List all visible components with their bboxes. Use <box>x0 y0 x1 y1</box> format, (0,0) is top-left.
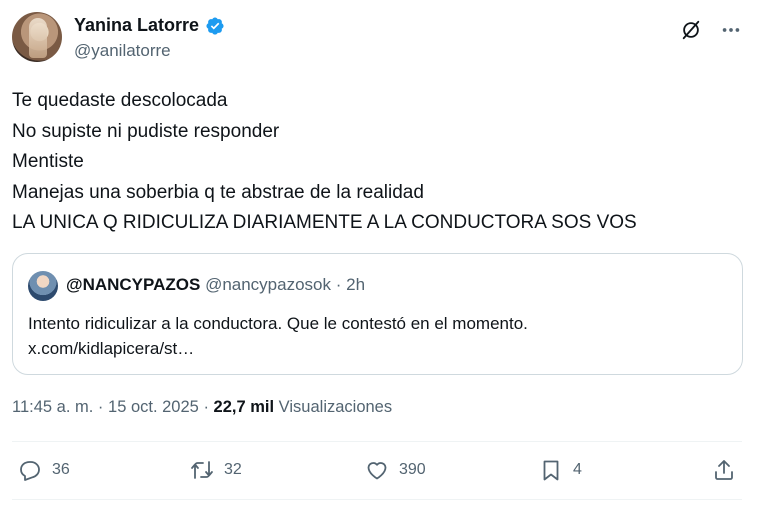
quoted-author-name[interactable]: @NANCYPAZOS <box>66 275 200 294</box>
reply-button[interactable]: 36 <box>18 458 70 482</box>
more-button[interactable] <box>718 17 744 43</box>
bookmark-icon <box>543 460 559 481</box>
tweet-line: Manejas una soberbia q te abstrae de la … <box>12 181 424 203</box>
quoted-tweet-text: Intento ridiculizar a la conductora. Que… <box>28 311 528 361</box>
author-name-row: Yanina Latorre <box>74 15 225 36</box>
repost-count: 32 <box>224 461 242 478</box>
share-icon <box>715 460 733 480</box>
author-display-name[interactable]: Yanina Latorre <box>74 15 199 36</box>
quoted-text-line: Intento ridiculizar a la conductora. Que… <box>28 314 528 333</box>
repost-icon <box>191 461 213 479</box>
action-bar: 36 32 390 4 <box>12 452 748 492</box>
author-handle[interactable]: @yanilatorre <box>74 41 171 61</box>
like-count: 390 <box>399 461 426 478</box>
quoted-author-avatar[interactable] <box>28 271 58 301</box>
tweet-line: Te quedaste descolocada <box>12 90 228 111</box>
quoted-tweet-header: @NANCYPAZOS @nancypazosok · 2h <box>66 275 365 295</box>
verified-badge-icon <box>206 16 224 35</box>
reply-icon <box>20 461 40 481</box>
quoted-author-handle[interactable]: @nancypazosok <box>205 275 331 294</box>
quoted-link[interactable]: x.com/kidlapicera/st… <box>28 336 528 361</box>
grok-button[interactable] <box>678 17 704 43</box>
quoted-tweet-card[interactable]: @NANCYPAZOS @nancypazosok · 2h Intento r… <box>12 253 743 375</box>
author-avatar[interactable] <box>12 12 62 62</box>
quoted-time[interactable]: 2h <box>346 275 365 294</box>
quoted-separator: · <box>335 275 342 294</box>
tweet-line: No supiste ni pudiste responder <box>12 120 280 142</box>
meta-separator: · <box>97 398 104 416</box>
tweet-time[interactable]: 11:45 a. m. <box>12 398 93 416</box>
more-icon <box>722 28 740 32</box>
tweet-line: Mentiste <box>12 151 84 172</box>
like-button[interactable]: 390 <box>365 458 426 482</box>
views-label: Visualizaciones <box>278 398 393 416</box>
repost-button[interactable]: 32 <box>190 458 242 482</box>
reply-count: 36 <box>52 461 70 478</box>
bookmark-count: 4 <box>573 461 582 478</box>
share-button[interactable] <box>712 458 736 482</box>
tweet-line: LA UNICA Q RIDICULIZA DIARIAMENTE A LA C… <box>12 212 637 233</box>
tweet-date[interactable]: 15 oct. 2025 <box>108 398 199 416</box>
views-count: 22,7 mil <box>213 398 275 416</box>
heart-icon <box>367 462 387 480</box>
tweet-text: Te quedaste descolocada No supiste ni pu… <box>12 86 748 239</box>
bookmark-button[interactable]: 4 <box>539 458 582 482</box>
meta-separator: · <box>203 398 209 416</box>
grok-icon <box>682 20 700 40</box>
divider <box>12 499 742 500</box>
tweet-meta: 11:45 a. m. · 15 oct. 2025 · 22,7 mil Vi… <box>12 398 392 417</box>
tweet-header: Yanina Latorre @yanilatorre <box>12 12 748 64</box>
divider <box>12 441 742 442</box>
